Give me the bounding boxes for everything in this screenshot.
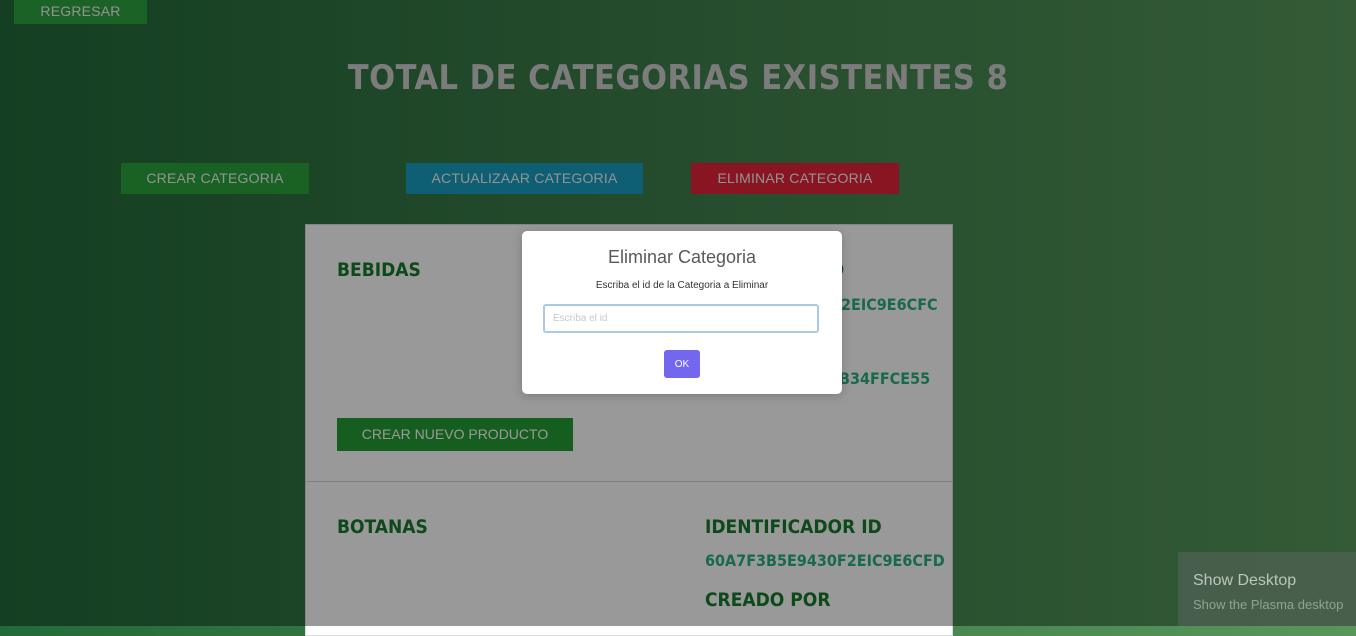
tooltip-title: Show Desktop (1193, 572, 1297, 589)
dialog-message: Escriba el id de la Categoria a Eliminar (595, 280, 769, 291)
ok-button[interactable]: OK (664, 350, 700, 378)
show-desktop-tooltip: Show Desktop Show the Plasma desktop (1178, 552, 1356, 626)
dialog-title: Eliminar Categoria (607, 247, 757, 267)
tooltip-subtitle: Show the Plasma desktop (1193, 597, 1344, 612)
delete-category-dialog: Eliminar Categoria Escriba el id de la C… (522, 231, 842, 394)
category-id-input[interactable] (543, 304, 819, 333)
